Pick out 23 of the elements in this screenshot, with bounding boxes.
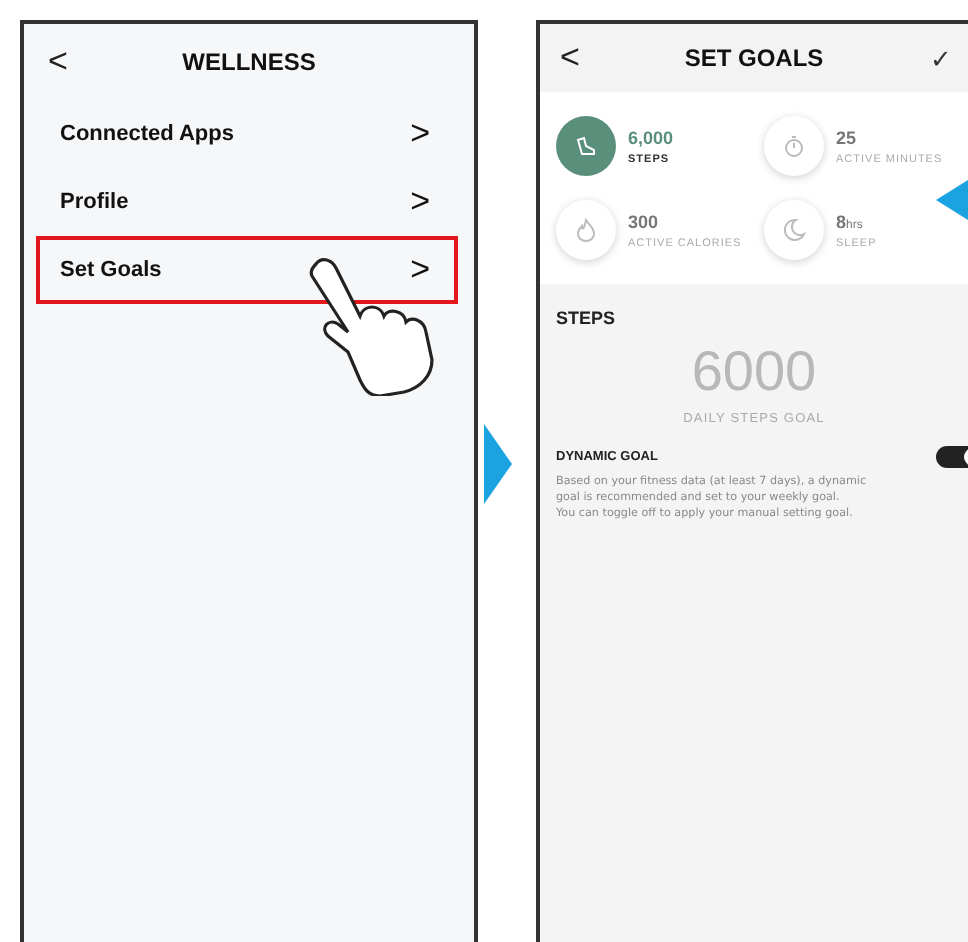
goal-value: 25	[836, 127, 859, 147]
goal-button[interactable]	[556, 200, 616, 260]
menu-item[interactable]: Profile >	[36, 168, 458, 236]
arrow-icon	[483, 424, 511, 504]
menu-item[interactable]: Connected Apps >	[36, 100, 458, 168]
goal-button[interactable]	[764, 116, 824, 176]
goal-button[interactable]	[764, 200, 824, 260]
menu-item[interactable]: Set Goals >	[36, 236, 458, 304]
back-button[interactable]: <	[48, 42, 68, 82]
moon-icon	[782, 218, 806, 242]
back-button[interactable]: <	[560, 38, 580, 78]
arrow-icon	[936, 180, 968, 220]
confirm-button[interactable]: ✓	[930, 43, 952, 73]
screen-title: SET GOALS	[682, 44, 826, 72]
shoe-icon	[574, 134, 598, 158]
steps-goal-value: 6000	[689, 340, 819, 404]
screen-title: WELLNESS	[180, 48, 318, 76]
goal-button[interactable]	[556, 116, 616, 176]
flame-icon	[574, 218, 598, 242]
section-title: STEPS	[556, 308, 618, 328]
goal-value: 6,000	[628, 127, 674, 147]
stopwatch-icon	[782, 134, 806, 158]
goal-value: 300	[628, 211, 661, 231]
